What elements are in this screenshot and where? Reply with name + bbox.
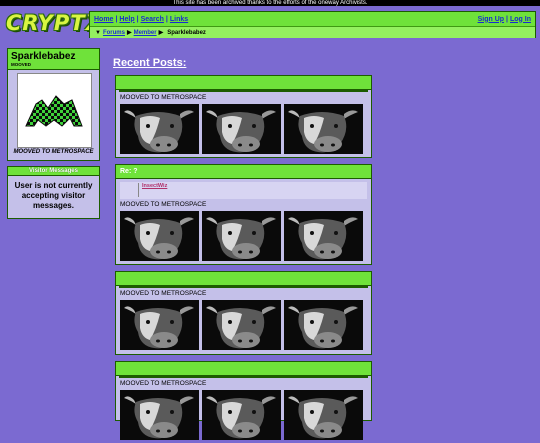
- nav-links-link[interactable]: Links: [170, 16, 188, 23]
- log-in-link[interactable]: Log In: [510, 16, 531, 23]
- breadcrumb-current: Sparklebabez: [167, 29, 206, 36]
- breadcrumb-arrow-icon: ▶: [158, 30, 164, 36]
- cow-image: [284, 104, 363, 154]
- nav-search-link[interactable]: Search: [141, 16, 164, 23]
- post-images: [116, 211, 371, 264]
- post-text: MOOVED TO METROSPACE: [120, 380, 207, 387]
- quote-author[interactable]: InsectWiz: [142, 183, 167, 189]
- breadcrumb: ▼ Forums ▶ Member ▶ Sparklebabez: [90, 26, 535, 38]
- profile-username: Sparklebabez: [11, 51, 76, 62]
- avatar-caption: MOOVED TO METROSPACE: [13, 149, 94, 155]
- cow-image: [202, 300, 281, 350]
- visitor-messages-body: User is not currently accepting visitor …: [14, 181, 93, 210]
- cow-image: [284, 390, 363, 440]
- archive-notice: This site has been archived thanks to th…: [172, 0, 368, 6]
- cow-image: [120, 104, 199, 154]
- post-quote: InsectWiz: [120, 182, 367, 199]
- visitor-messages-box: Visitor Messages User is not currently a…: [7, 166, 100, 219]
- post-images: [116, 300, 371, 353]
- visitor-messages-title: Visitor Messages: [8, 167, 99, 176]
- profile-status: MOOVED: [11, 62, 32, 67]
- cow-image: [284, 211, 363, 261]
- cow-image: [202, 104, 281, 154]
- post-title[interactable]: [116, 76, 371, 90]
- post-text: MOOVED TO METROSPACE: [120, 94, 207, 101]
- cow-image: [284, 300, 363, 350]
- post-title[interactable]: Re: ?: [116, 165, 371, 179]
- post-text: MOOVED TO METROSPACE: [120, 290, 207, 297]
- post-card: MOOVED TO METROSPACE: [115, 271, 372, 355]
- breadcrumb-arrow-icon: ▶: [126, 30, 132, 36]
- post-text: MOOVED TO METROSPACE: [120, 201, 207, 208]
- cow-image: [120, 211, 199, 261]
- post-images: [116, 390, 371, 443]
- post-images: [116, 104, 371, 157]
- breadcrumb-forums[interactable]: Forums: [103, 30, 125, 36]
- cow-image: [120, 300, 199, 350]
- cow-image: [202, 390, 281, 440]
- archive-notice-bar: This site has been archived thanks to th…: [0, 0, 540, 6]
- site-logo[interactable]: CRYPTX: [6, 11, 102, 37]
- breadcrumb-member[interactable]: Member: [134, 30, 157, 36]
- post-card: MOOVED TO METROSPACE: [115, 75, 372, 158]
- post-card: Re: ? InsectWiz MOOVED TO METROSPACE: [115, 164, 372, 265]
- post-title[interactable]: [116, 362, 371, 376]
- nav-right-links: Sign Up | Log In: [477, 15, 531, 23]
- cow-image: [202, 211, 281, 261]
- nav-home-link[interactable]: Home: [94, 16, 113, 23]
- profile-header: Sparklebabez MOOVED: [8, 49, 99, 70]
- nav-help-link[interactable]: Help: [119, 16, 134, 23]
- nav-left-links: Home | Help | Search | Links: [94, 15, 189, 23]
- post-card: MOOVED TO METROSPACE: [115, 361, 372, 440]
- avatar: [17, 73, 92, 148]
- nav-links-row: Home | Help | Search | Links Sign Up | Log In: [90, 12, 535, 26]
- sign-up-link[interactable]: Sign Up: [478, 16, 504, 23]
- post-title[interactable]: [116, 272, 371, 286]
- recent-posts-title: Recent Posts:: [113, 57, 187, 69]
- top-navigation: Home | Help | Search | Links Sign Up | Log In ▼ …: [89, 11, 536, 38]
- cow-image: [120, 390, 199, 440]
- profile-box: Sparklebabez MOOVED MOOVED TO METROSPACE: [7, 48, 100, 161]
- breadcrumb-collapse-icon[interactable]: ▼: [95, 30, 101, 36]
